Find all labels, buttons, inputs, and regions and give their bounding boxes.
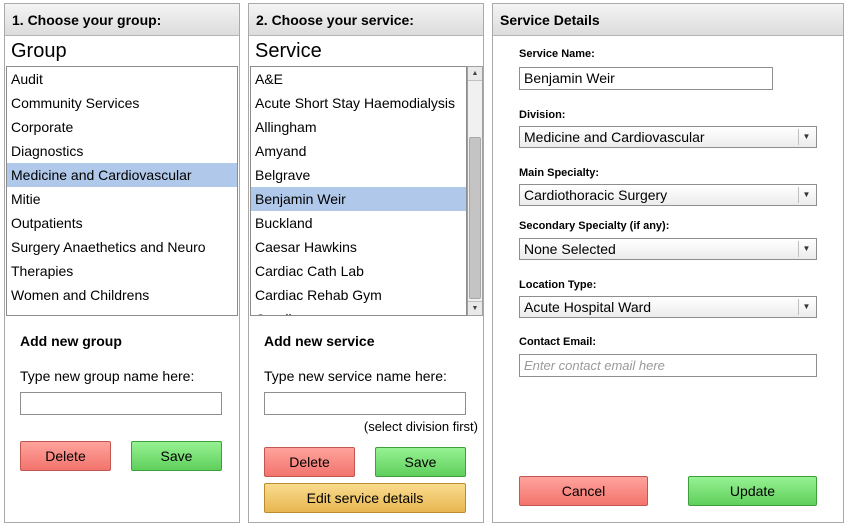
division-label: Division: xyxy=(519,109,566,121)
secondary-specialty-label: Secondary Specialty (if any): xyxy=(519,220,670,232)
main-specialty-select-value: Cardiothoracic Surgery xyxy=(524,187,668,203)
service-listbox[interactable]: A&E Acute Short Stay Haemodialysis Allingh… xyxy=(250,66,467,316)
list-item[interactable]: Cardiac Cath Lab xyxy=(251,259,466,283)
main-specialty-label: Main Specialty: xyxy=(519,167,600,179)
service-details-panel: Service Details Service Name: Benjamin W… xyxy=(492,3,844,523)
chevron-down-icon[interactable]: ▼ xyxy=(798,241,814,257)
list-item[interactable]: Diagnostics xyxy=(7,139,237,163)
scroll-down-arrow-icon[interactable]: ▼ xyxy=(468,301,482,315)
service-name-label: Service Name: xyxy=(519,48,595,60)
location-type-label: Location Type: xyxy=(519,279,597,291)
edit-service-details-button[interactable]: Edit service details xyxy=(264,483,466,513)
scroll-thumb[interactable] xyxy=(469,137,481,299)
list-item[interactable]: A&E xyxy=(251,67,466,91)
list-item[interactable]: Women and Childrens xyxy=(7,283,237,307)
group-listbox[interactable]: Audit Community Services Corporate Diagnost… xyxy=(6,66,238,316)
cancel-button[interactable]: Cancel xyxy=(519,476,648,506)
save-service-button[interactable]: Save xyxy=(375,447,466,477)
new-service-label: Type new service name here: xyxy=(264,368,447,384)
service-list-title: Service xyxy=(255,40,322,62)
list-item[interactable]: Corporate xyxy=(7,115,237,139)
location-type-select[interactable]: Acute Hospital Ward ▼ xyxy=(519,296,817,318)
group-list-title: Group xyxy=(11,40,67,62)
list-item[interactable]: Community Services xyxy=(7,91,237,115)
new-service-input[interactable] xyxy=(264,392,466,415)
chevron-down-icon[interactable]: ▼ xyxy=(798,187,814,203)
secondary-specialty-select-value: None Selected xyxy=(524,241,616,257)
contact-email-label: Contact Email: xyxy=(519,336,597,348)
add-group-title: Add new group xyxy=(20,333,122,349)
save-group-button[interactable]: Save xyxy=(131,441,222,471)
list-item[interactable]: Allingham xyxy=(251,115,466,139)
add-service-title: Add new service xyxy=(264,333,375,349)
list-item[interactable]: Caroline xyxy=(251,307,466,315)
service-list-scrollbar[interactable]: ▲ ▼ xyxy=(467,66,483,316)
list-item[interactable]: Buckland xyxy=(251,211,466,235)
main-specialty-select[interactable]: Cardiothoracic Surgery ▼ xyxy=(519,184,817,206)
list-item[interactable]: Cardiac Rehab Gym xyxy=(251,283,466,307)
list-item[interactable]: Amyand xyxy=(251,139,466,163)
list-item[interactable]: Therapies xyxy=(7,259,237,283)
contact-email-placeholder: Enter contact email here xyxy=(524,358,665,373)
list-item[interactable]: Surgery Anaethetics and Neuro xyxy=(7,235,237,259)
service-name-input[interactable]: Benjamin Weir xyxy=(519,67,773,90)
chevron-down-icon[interactable]: ▼ xyxy=(798,129,814,145)
list-item[interactable]: Acute Short Stay Haemodialysis xyxy=(251,91,466,115)
division-select[interactable]: Medicine and Cardiovascular ▼ xyxy=(519,126,817,148)
chevron-down-icon[interactable]: ▼ xyxy=(798,299,814,315)
secondary-specialty-select[interactable]: None Selected ▼ xyxy=(519,238,817,260)
scroll-up-arrow-icon[interactable]: ▲ xyxy=(468,67,482,81)
update-button[interactable]: Update xyxy=(688,476,817,506)
delete-service-button[interactable]: Delete xyxy=(264,447,355,477)
list-item[interactable]: Caesar Hawkins xyxy=(251,235,466,259)
contact-email-input[interactable]: Enter contact email here xyxy=(519,354,817,377)
list-item[interactable]: Audit xyxy=(7,67,237,91)
delete-group-button[interactable]: Delete xyxy=(20,441,111,471)
service-panel-header: 2. Choose your service: xyxy=(249,4,483,36)
new-group-label: Type new group name here: xyxy=(20,368,195,384)
location-type-select-value: Acute Hospital Ward xyxy=(524,299,652,315)
group-panel: 1. Choose your group: Group Audit Communi… xyxy=(4,3,240,523)
list-item[interactable]: Medicine and Cardiovascular xyxy=(7,163,237,187)
service-panel: 2. Choose your service: Service A&E Acute… xyxy=(248,3,484,523)
list-item[interactable]: Belgrave xyxy=(251,163,466,187)
new-group-input[interactable] xyxy=(20,392,222,415)
service-details-header: Service Details xyxy=(493,4,843,36)
list-item[interactable]: Mitie xyxy=(7,187,237,211)
list-item[interactable]: Benjamin Weir xyxy=(251,187,466,211)
division-select-value: Medicine and Cardiovascular xyxy=(524,129,705,145)
group-panel-header: 1. Choose your group: xyxy=(5,4,239,36)
list-item[interactable]: Outpatients xyxy=(7,211,237,235)
select-division-hint: (select division first) xyxy=(363,419,478,434)
